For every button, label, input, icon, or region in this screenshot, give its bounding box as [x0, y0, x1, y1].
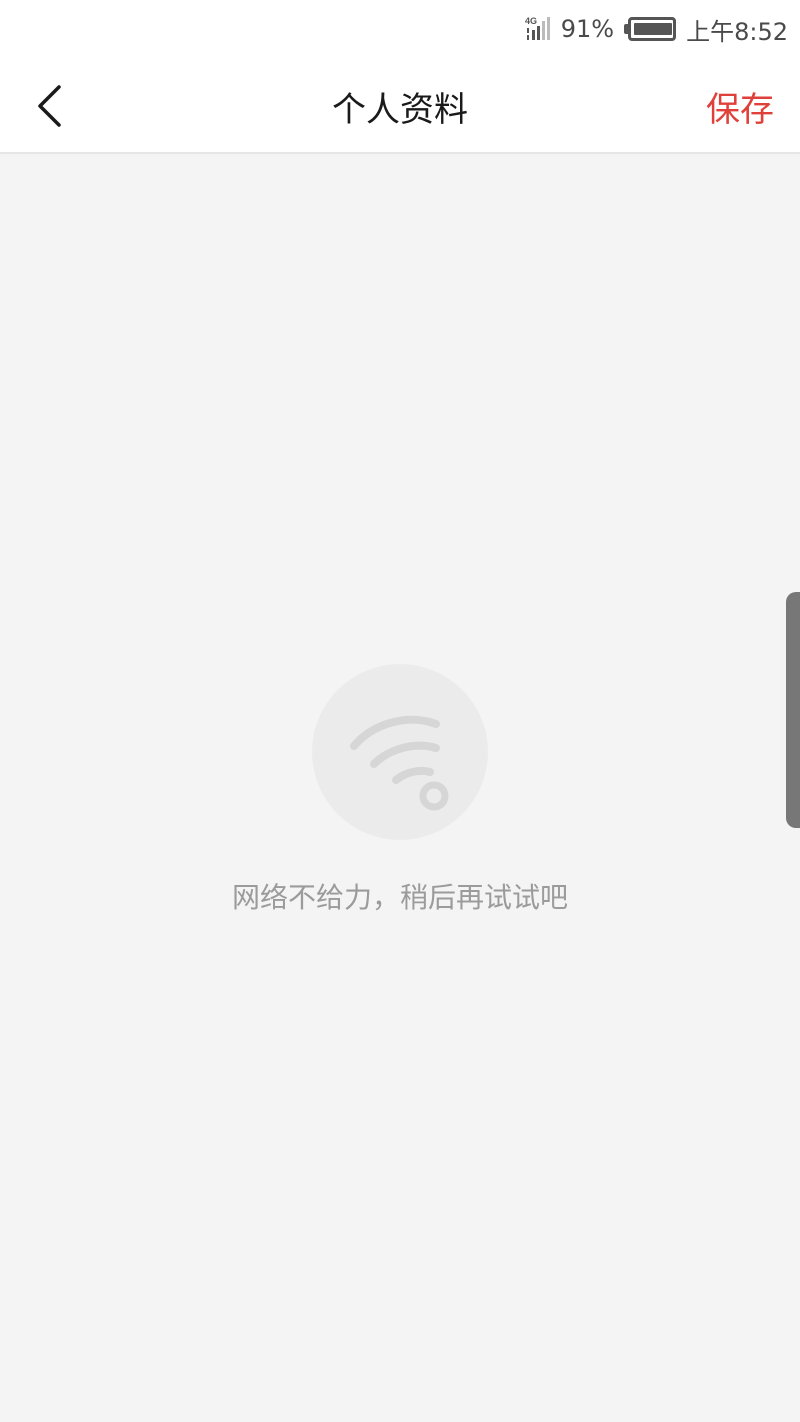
battery-percent: 91% [560, 15, 615, 43]
battery-icon [624, 17, 677, 41]
header-bar: 个人资料 保存 [0, 58, 800, 154]
signal-4g-icon: 4G [523, 15, 551, 43]
network-error-state: 网络不给力，稍后再试试吧 [0, 664, 800, 916]
side-drawer-handle[interactable] [786, 592, 800, 828]
save-button[interactable]: 保存 [706, 58, 774, 154]
main-content: 网络不给力，稍后再试试吧 [0, 156, 800, 1422]
status-bar: 4G 91% 上午8:52 [0, 0, 800, 58]
status-indicators: 4G 91% 上午8:52 [523, 0, 788, 58]
wifi-icon [312, 664, 488, 840]
page-title: 个人资料 [332, 89, 468, 130]
svg-text:4G: 4G [525, 16, 537, 26]
network-error-message: 网络不给力，稍后再试试吧 [231, 881, 568, 914]
clock: 上午8:52 [686, 17, 788, 46]
